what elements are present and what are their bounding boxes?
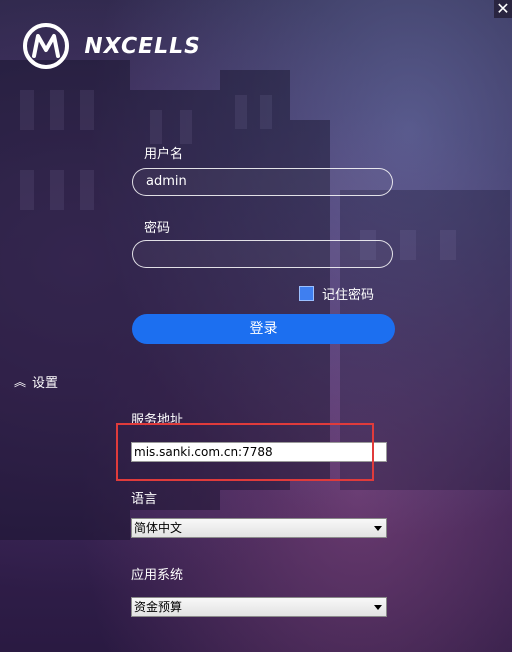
username-label: 用户名 xyxy=(144,147,184,162)
chevron-double-up-icon: ︽ xyxy=(14,375,27,389)
language-select[interactable]: 简体中文 xyxy=(131,518,387,538)
settings-toggle-label: 设置 xyxy=(32,376,59,391)
password-label: 密码 xyxy=(144,221,171,236)
app-system-label: 应用系统 xyxy=(131,568,184,583)
remember-password[interactable]: 记住密码 xyxy=(299,284,374,303)
remember-password-checkbox[interactable] xyxy=(299,286,314,301)
chevron-down-icon xyxy=(374,605,382,610)
nxcells-logo-icon xyxy=(23,23,69,69)
app-system-select[interactable]: 资金预算 xyxy=(131,597,387,617)
language-select-value: 简体中文 xyxy=(134,521,183,535)
language-label: 语言 xyxy=(131,492,158,507)
username-input[interactable]: admin xyxy=(132,168,393,196)
login-button[interactable]: 登录 xyxy=(132,314,395,344)
remember-password-label: 记住密码 xyxy=(322,288,375,303)
close-button[interactable]: ✕ xyxy=(494,0,512,18)
server-address-highlight xyxy=(116,423,374,481)
password-input[interactable] xyxy=(132,240,393,268)
chevron-down-icon xyxy=(374,526,382,531)
settings-toggle[interactable]: ︽ 设置 xyxy=(14,372,58,391)
brand-name: NXCELLS xyxy=(81,34,203,59)
app-system-select-value: 资金预算 xyxy=(134,600,183,614)
